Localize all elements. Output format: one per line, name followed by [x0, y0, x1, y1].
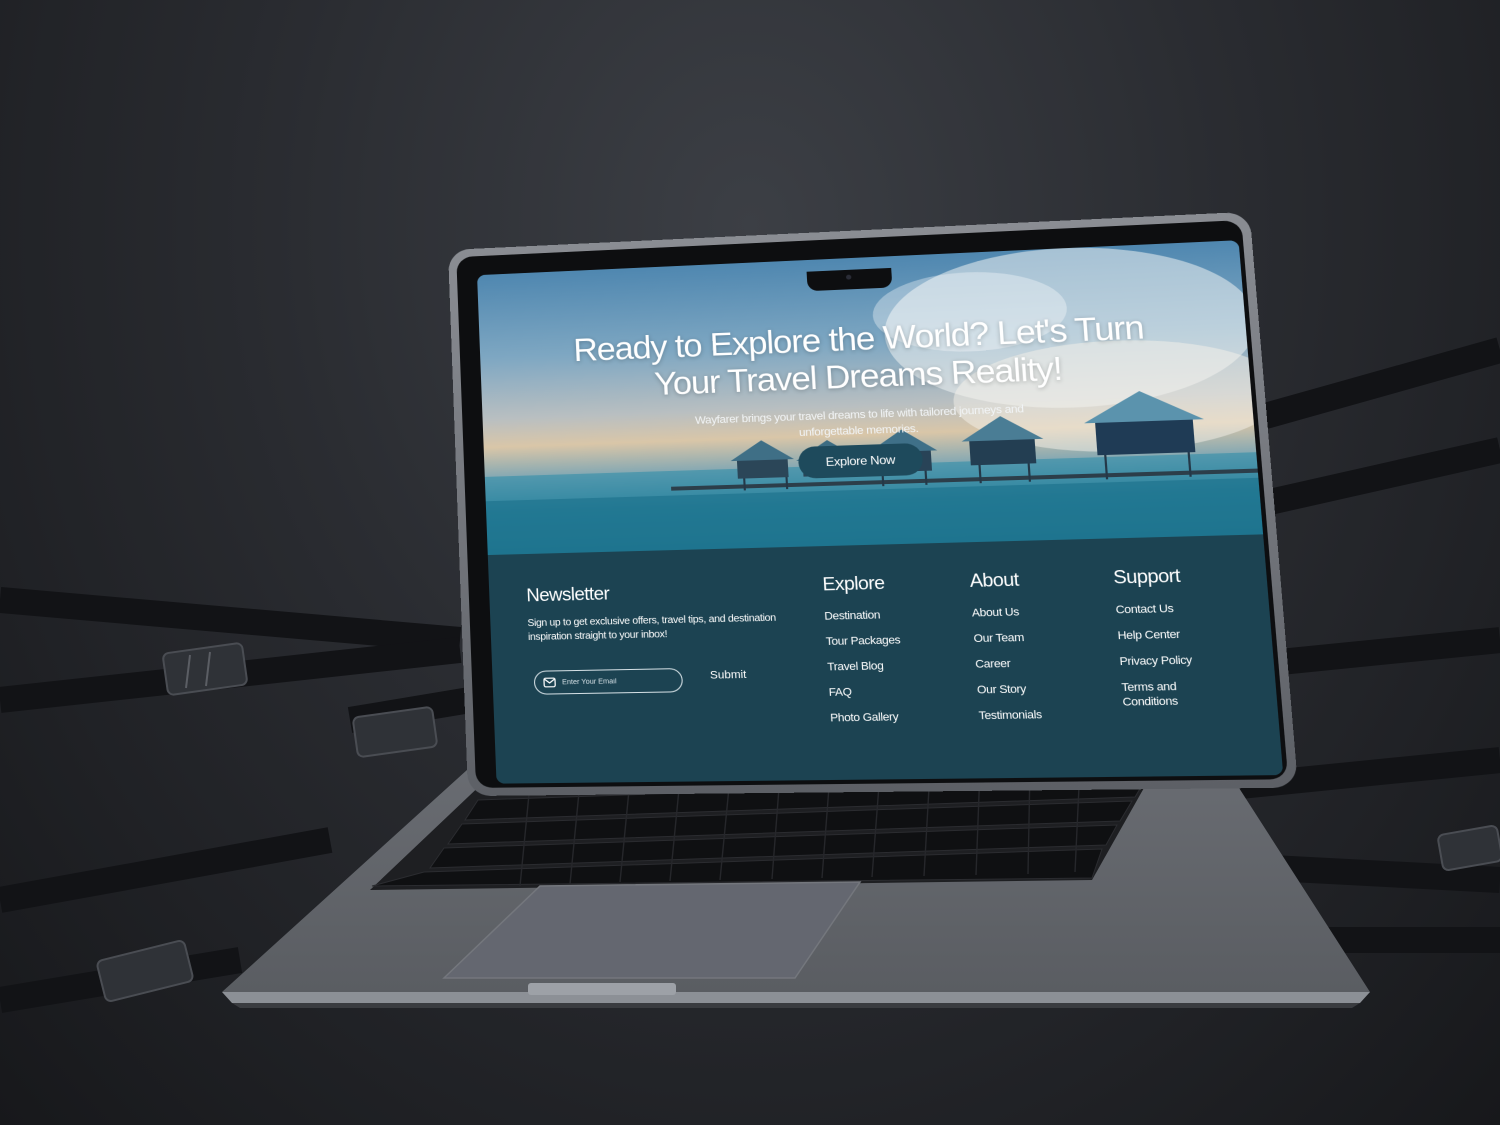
footer-support-column: Support Contact Us Help Center Privacy P… — [1113, 565, 1226, 722]
mail-icon — [543, 677, 556, 687]
footer-link-contact-us[interactable]: Contact Us — [1115, 601, 1217, 618]
site-footer: Newsletter Sign up to get exclusive offe… — [487, 534, 1284, 784]
support-heading: Support — [1112, 565, 1181, 588]
laptop-lid: Ready to Explore the World? Let's Turn Y… — [448, 211, 1299, 797]
footer-link-travel-blog[interactable]: Travel Blog — [827, 659, 902, 675]
footer-link-destination[interactable]: Destination — [824, 608, 899, 624]
footer-about-column: About About Us Our Team Career Our Story… — [969, 569, 1043, 735]
explore-heading: Explore — [821, 572, 886, 595]
footer-link-help-center[interactable]: Help Center — [1117, 627, 1219, 644]
footer-link-our-story[interactable]: Our Story — [977, 682, 1041, 698]
newsletter-title: Newsletter — [525, 583, 610, 606]
website-screen: Ready to Explore the World? Let's Turn Y… — [477, 240, 1284, 784]
about-heading: About — [969, 569, 1020, 591]
email-field[interactable] — [533, 668, 684, 695]
submit-button[interactable]: Submit — [710, 669, 747, 682]
newsletter-description: Sign up to get exclusive offers, travel … — [527, 612, 777, 644]
footer-link-photo-gallery[interactable]: Photo Gallery — [830, 710, 906, 725]
footer-link-about-us[interactable]: About Us — [971, 605, 1035, 621]
footer-link-terms-and-conditions[interactable]: Terms and Conditions — [1121, 679, 1225, 710]
footer-link-privacy-policy[interactable]: Privacy Policy — [1119, 653, 1222, 669]
footer-link-faq[interactable]: FAQ — [828, 684, 904, 700]
camera-notch — [806, 267, 893, 292]
camera-icon — [845, 274, 852, 280]
footer-link-career[interactable]: Career — [975, 656, 1039, 672]
footer-explore-column: Explore Destination Tour Packages Travel… — [822, 572, 906, 736]
footer-link-testimonials[interactable]: Testimonials — [978, 708, 1042, 723]
hinge-notch — [528, 983, 676, 995]
screen-bezel: Ready to Explore the World? Let's Turn Y… — [456, 220, 1289, 788]
footer-link-our-team[interactable]: Our Team — [973, 631, 1037, 647]
email-input[interactable] — [561, 672, 678, 691]
explore-now-button[interactable]: Explore Now — [797, 442, 924, 479]
footer-link-tour-packages[interactable]: Tour Packages — [825, 633, 900, 649]
